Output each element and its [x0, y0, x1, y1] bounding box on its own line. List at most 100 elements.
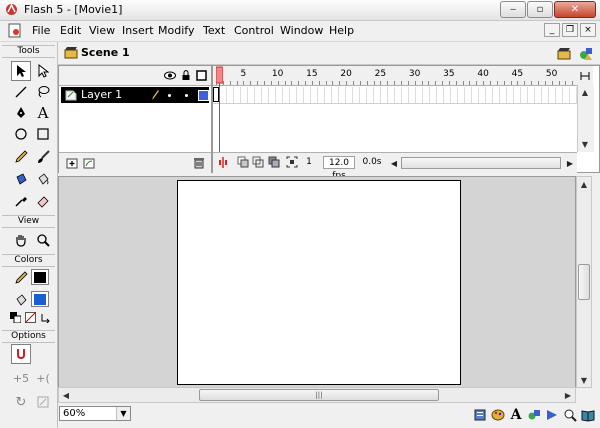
- default-colors-button[interactable]: [9, 311, 22, 324]
- layer-row[interactable]: Layer 1: [61, 87, 209, 103]
- ruler-tick: [476, 81, 478, 85]
- timeline-scroll-up[interactable]: ▲: [578, 85, 592, 99]
- dropper-tool[interactable]: [11, 191, 31, 211]
- edit-symbols-icon[interactable]: [578, 45, 594, 61]
- magnet-snap-button[interactable]: [11, 344, 31, 364]
- ruler-tick: [531, 81, 533, 85]
- ruler-frame-number: 15: [306, 69, 318, 79]
- no-color-icon: [25, 312, 36, 323]
- rotate-button[interactable]: ↻: [11, 392, 31, 412]
- stage-scroll-left[interactable]: ◀: [59, 388, 73, 402]
- menu-file[interactable]: File: [32, 24, 50, 37]
- modify-markers-icon[interactable]: [286, 156, 298, 168]
- zoom-select[interactable]: 60% ▼: [59, 406, 131, 421]
- ruler-tick: [517, 81, 519, 85]
- outline-icon[interactable]: [196, 70, 207, 81]
- zoom-tool[interactable]: [33, 230, 53, 250]
- onion-outlines-icon[interactable]: [252, 156, 264, 168]
- actions-panel-button[interactable]: [544, 407, 560, 423]
- fill-color-swatch[interactable]: [31, 291, 49, 307]
- fill-panel-button[interactable]: [490, 407, 506, 423]
- clapperboard-icon: [64, 47, 78, 59]
- timeline-hscroll-thumb[interactable]: [401, 157, 561, 169]
- close-button[interactable]: ✕: [554, 1, 596, 18]
- doc-restore-button[interactable]: ❐: [562, 23, 578, 37]
- doc-close-button[interactable]: ×: [580, 23, 596, 37]
- rectangle-tool[interactable]: [33, 124, 53, 144]
- library-button[interactable]: [580, 407, 596, 423]
- minimize-button[interactable]: ‒: [500, 1, 526, 18]
- stage-vscroll[interactable]: ▲ ▼: [576, 176, 592, 388]
- ink-bottle-tool[interactable]: [11, 169, 31, 189]
- edit-multiple-frames-icon[interactable]: [268, 156, 280, 168]
- maximize-button[interactable]: ▫: [527, 1, 553, 18]
- timeline-vscroll[interactable]: ▲ ▼: [577, 85, 594, 152]
- timeline-scroll-left[interactable]: ◀: [387, 156, 401, 170]
- movie-explorer-button[interactable]: [562, 407, 578, 423]
- frames-row[interactable]: [213, 87, 577, 104]
- doc-minimize-button[interactable]: _: [544, 23, 560, 37]
- document-icon[interactable]: [8, 23, 22, 38]
- stage-hscroll[interactable]: ◀ ||| ▶: [58, 387, 576, 403]
- no-color-button[interactable]: [24, 311, 37, 324]
- stage-scroll-up[interactable]: ▲: [577, 177, 591, 191]
- edit-scene-icon[interactable]: [556, 45, 572, 61]
- lasso-tool[interactable]: [33, 82, 53, 102]
- trash-icon[interactable]: [193, 156, 205, 169]
- stage-area[interactable]: [58, 176, 576, 388]
- center-frame-icon[interactable]: [217, 156, 229, 169]
- pencil-tool[interactable]: [11, 147, 31, 167]
- playhead[interactable]: [216, 66, 223, 152]
- ruler-frame-number: 40: [477, 69, 489, 79]
- timeline-scroll-right[interactable]: ▶: [563, 156, 577, 170]
- frame-rate[interactable]: 12.0 fps: [323, 156, 355, 181]
- stage-canvas[interactable]: [177, 180, 461, 385]
- brush-tool[interactable]: [33, 147, 53, 167]
- stage-vscroll-thumb[interactable]: [578, 264, 590, 300]
- menu-control[interactable]: Control: [234, 24, 274, 37]
- menu-help[interactable]: Help: [329, 24, 354, 37]
- character-panel-button[interactable]: A: [508, 407, 524, 423]
- text-tool[interactable]: A: [33, 103, 53, 123]
- line-tool[interactable]: [11, 82, 31, 102]
- eraser-tool[interactable]: [33, 191, 53, 211]
- stage-scroll-down[interactable]: ▼: [577, 373, 591, 387]
- timeline-scroll-down[interactable]: ▼: [578, 137, 592, 151]
- magnet-icon: [17, 349, 25, 359]
- oval-tool[interactable]: [11, 124, 31, 144]
- pen-tool[interactable]: [11, 103, 31, 123]
- smooth-button[interactable]: +5: [11, 368, 31, 388]
- paint-bucket-tool[interactable]: [33, 169, 53, 189]
- instance-panel-button[interactable]: [526, 407, 542, 423]
- info-panel-button[interactable]: [472, 407, 488, 423]
- stroke-color-swatch[interactable]: [31, 269, 49, 285]
- straighten-button[interactable]: +(: [33, 368, 53, 388]
- timeline-menu-button[interactable]: [577, 66, 593, 85]
- ruler-frame-number: 50: [545, 69, 558, 79]
- subselect-tool[interactable]: [33, 61, 53, 81]
- hand-tool[interactable]: [11, 230, 31, 250]
- stage-hscroll-thumb[interactable]: |||: [199, 389, 439, 401]
- ruler-tick: [359, 81, 361, 85]
- visibility-dot[interactable]: [168, 94, 171, 97]
- layer-color-swatch[interactable]: [198, 90, 209, 101]
- menu-view[interactable]: View: [89, 24, 115, 37]
- menu-text[interactable]: Text: [203, 24, 225, 37]
- lock-dot[interactable]: [185, 94, 188, 97]
- onion-skin-icon[interactable]: [237, 156, 249, 168]
- menu-modify[interactable]: Modify: [158, 24, 194, 37]
- scene-bar: Scene 1: [58, 42, 600, 65]
- frame-ruler[interactable]: 5 10 15 20 25 30 35 40 45 50: [213, 66, 577, 86]
- scale-button[interactable]: [33, 392, 53, 412]
- lock-icon[interactable]: [181, 69, 191, 81]
- add-layer-icon[interactable]: [66, 157, 79, 169]
- menu-insert[interactable]: Insert: [122, 24, 154, 37]
- stage-scroll-right[interactable]: ▶: [561, 388, 575, 402]
- arrow-tool[interactable]: [11, 61, 31, 81]
- menu-edit[interactable]: Edit: [60, 24, 81, 37]
- eye-icon[interactable]: [164, 71, 176, 80]
- add-guide-layer-icon[interactable]: [83, 157, 96, 169]
- menu-window[interactable]: Window: [280, 24, 323, 37]
- ruler-tick: [551, 81, 553, 85]
- swap-colors-button[interactable]: [39, 311, 52, 324]
